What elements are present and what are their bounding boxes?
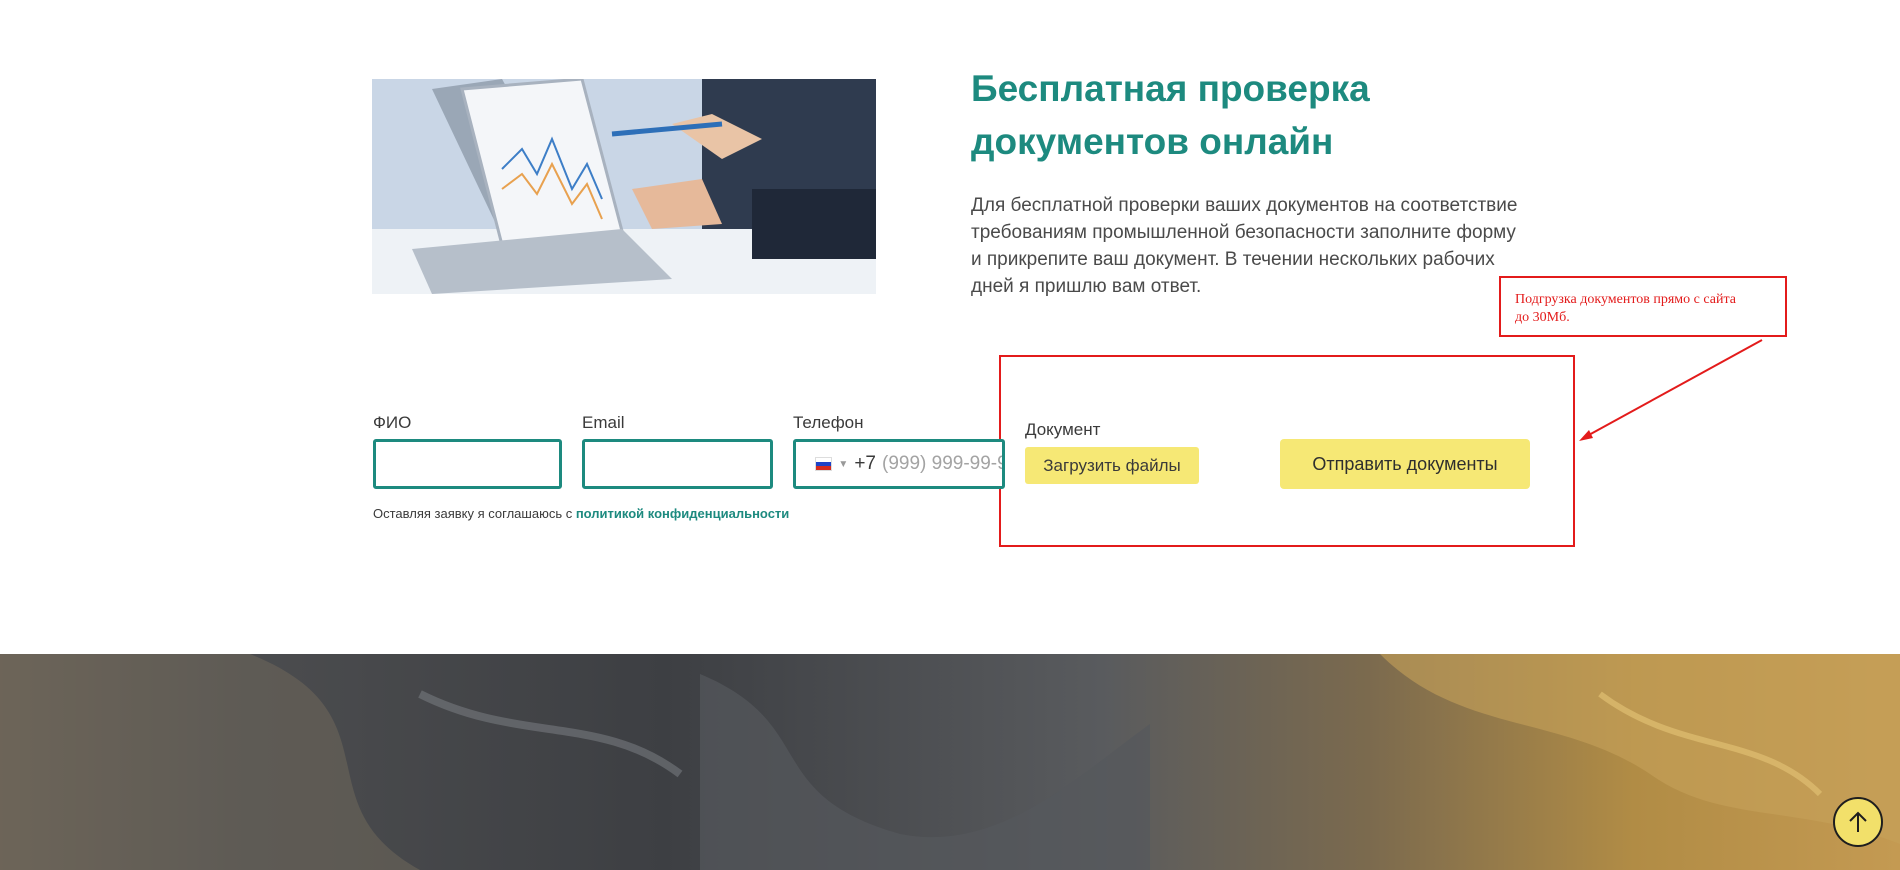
- phone-input[interactable]: [882, 453, 1002, 475]
- phone-label: Телефон: [793, 413, 864, 432]
- fio-input[interactable]: [373, 439, 562, 489]
- phone-field[interactable]: ▼ +7: [793, 439, 1005, 489]
- page-description: Для бесплатной проверки ваших документов…: [971, 195, 1518, 297]
- consent-label: Оставляя заявку я соглашаюсь с: [373, 506, 576, 521]
- phone-prefix: +7: [854, 453, 876, 474]
- hero-photo: [372, 79, 876, 294]
- quarry-background-image: [0, 654, 1900, 870]
- privacy-policy-link[interactable]: политикой конфиденциальности: [576, 506, 789, 521]
- email-input[interactable]: [582, 439, 773, 489]
- scroll-to-top-button[interactable]: [1833, 797, 1883, 847]
- annotation-note: Подгрузка документов прямо с сайта до 30…: [1499, 276, 1787, 337]
- annotation-line-1: Подгрузка документов прямо с сайта: [1515, 292, 1736, 307]
- page-title: Бесплатная проверка документов онлайн: [971, 62, 1531, 168]
- arrow-up-icon: [1849, 811, 1867, 832]
- submit-documents-button[interactable]: Отправить документы: [1280, 439, 1530, 489]
- consent-text: Оставляя заявку я соглашаюсь с политикой…: [373, 506, 789, 521]
- title-line-1: Бесплатная проверка: [971, 68, 1370, 109]
- email-label: Email: [582, 413, 625, 432]
- russia-flag-icon[interactable]: [815, 457, 833, 471]
- document-label: Документ: [1025, 420, 1101, 439]
- upload-files-button[interactable]: Загрузить файлы: [1025, 447, 1199, 484]
- fio-label: ФИО: [373, 413, 412, 432]
- title-line-2: документов онлайн: [971, 121, 1334, 162]
- annotation-line-2: до 30Мб.: [1515, 310, 1570, 325]
- chevron-down-icon[interactable]: ▼: [838, 459, 848, 470]
